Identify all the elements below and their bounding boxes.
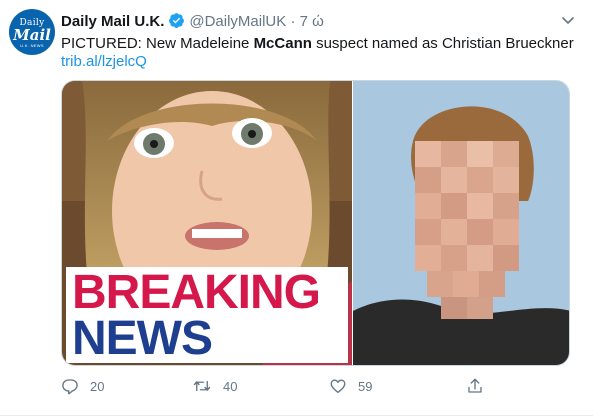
tweet-text-part1: PICTURED: New Madeleine (61, 35, 254, 52)
chevron-down-icon[interactable] (560, 12, 576, 28)
tweet-text-part2: suspect named as Christian Brueckner (311, 35, 574, 52)
display-name[interactable]: Daily Mail U.K. (61, 13, 164, 30)
reply-count: 20 (90, 378, 105, 394)
like-button[interactable]: 59 (329, 374, 372, 398)
suspect-photo (353, 81, 569, 365)
tweet-text-bold: McCann (253, 35, 312, 52)
avatar[interactable]: Daily Mail U.K. NEWS (9, 9, 55, 55)
tweet-header: Daily Mail U.K. @DailyMailUK · 7 ώ (61, 12, 324, 32)
like-icon (330, 379, 346, 394)
verified-badge-icon (168, 12, 185, 33)
tweet-media[interactable]: BREAKING NEWS (61, 80, 570, 366)
tweet-timestamp[interactable]: 7 ώ (300, 13, 324, 30)
like-count: 59 (358, 378, 373, 394)
tweet-link[interactable]: trib.al/lzjelcQ (61, 53, 147, 70)
reply-icon (62, 379, 78, 395)
retweet-count: 40 (223, 378, 238, 394)
retweet-icon (193, 380, 211, 392)
share-icon (468, 378, 482, 393)
account-handle[interactable]: @DailyMailUK (189, 13, 286, 30)
news-text: NEWS (72, 312, 213, 365)
breaking-news-banner: BREAKING NEWS (66, 267, 348, 365)
reply-button[interactable]: 20 (61, 374, 104, 398)
tweet[interactable]: Daily Mail U.K. NEWS Daily Mail U.K. @Dai… (0, 0, 593, 416)
tweet-text: PICTURED: New Madeleine McCann suspect n… (61, 34, 574, 54)
header-separator: · (290, 13, 296, 30)
tweet-actions: 20 40 59 (61, 374, 570, 398)
avatar-logo-line2: Mail (13, 26, 51, 44)
retweet-button[interactable]: 40 (192, 374, 237, 398)
avatar-logo-line3: U.K. NEWS (20, 43, 44, 48)
share-button[interactable] (466, 374, 495, 398)
